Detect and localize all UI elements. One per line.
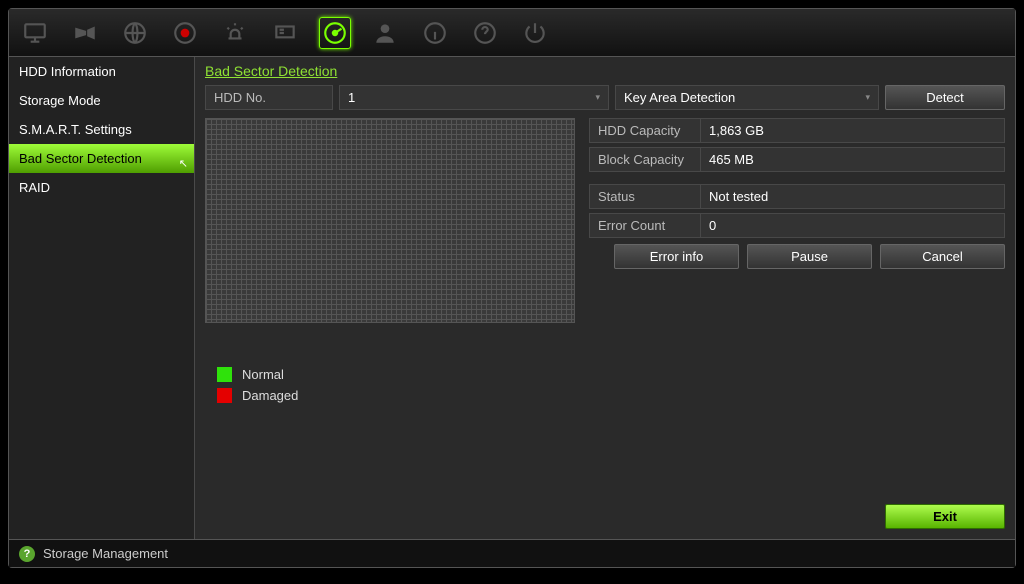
user-icon[interactable] — [369, 17, 401, 49]
top-controls-row: HDD No. 1 ▾ Key Area Detection ▾ Detect — [205, 85, 1005, 110]
detection-mode-value: Key Area Detection — [624, 90, 735, 105]
hdd-no-select[interactable]: 1 ▾ — [339, 85, 609, 110]
top-toolbar — [9, 9, 1015, 57]
chevron-down-icon: ▾ — [865, 92, 870, 103]
detection-mode-select[interactable]: Key Area Detection ▾ — [615, 85, 879, 110]
record-icon[interactable] — [169, 17, 201, 49]
statusbar-help-icon[interactable]: ? — [19, 546, 35, 562]
block-capacity-label: Block Capacity — [589, 147, 701, 172]
legend-damaged-label: Damaged — [242, 388, 298, 403]
display-icon[interactable] — [269, 17, 301, 49]
row-block-capacity: Block Capacity 465 MB — [589, 147, 1005, 172]
legend-damaged: Damaged — [217, 388, 575, 403]
sector-map-grid — [205, 118, 575, 323]
statusbar-text: Storage Management — [43, 546, 168, 561]
sidebar-item-hdd-information[interactable]: HDD Information — [9, 57, 194, 86]
globe-icon[interactable] — [119, 17, 151, 49]
hdd-icon[interactable] — [319, 17, 351, 49]
pause-button[interactable]: Pause — [747, 244, 872, 269]
info-icon[interactable] — [419, 17, 451, 49]
sidebar-item-raid[interactable]: RAID — [9, 173, 194, 202]
normal-swatch-icon — [217, 367, 232, 382]
hdd-no-value: 1 — [348, 90, 355, 105]
cancel-button[interactable]: Cancel — [880, 244, 1005, 269]
help-icon[interactable] — [469, 17, 501, 49]
sidebar-item-storage-mode[interactable]: Storage Mode — [9, 86, 194, 115]
error-count-value: 0 — [701, 213, 1005, 238]
legend: Normal Damaged — [217, 367, 575, 403]
app-window: HDD Information Storage Mode S.M.A.R.T. … — [8, 8, 1016, 568]
body-columns: Normal Damaged HDD Capacity 1,863 GB — [205, 118, 1005, 409]
page-title: Bad Sector Detection — [205, 63, 1005, 79]
chevron-down-icon: ▾ — [595, 92, 600, 103]
block-capacity-value: 465 MB — [701, 147, 1005, 172]
power-icon[interactable] — [519, 17, 551, 49]
footer-button-area: Exit — [885, 504, 1005, 529]
action-button-row: Error info Pause Cancel — [589, 244, 1005, 269]
status-bar: ? Storage Management — [9, 539, 1015, 567]
content-panel: Bad Sector Detection HDD No. 1 ▾ Key Are… — [195, 57, 1015, 539]
exit-button[interactable]: Exit — [885, 504, 1005, 529]
alarm-icon[interactable] — [219, 17, 251, 49]
row-hdd-capacity: HDD Capacity 1,863 GB — [589, 118, 1005, 143]
row-status: Status Not tested — [589, 184, 1005, 209]
error-info-button[interactable]: Error info — [614, 244, 739, 269]
info-panel: HDD Capacity 1,863 GB Block Capacity 465… — [589, 118, 1005, 409]
status-value: Not tested — [701, 184, 1005, 209]
sidebar-item-bad-sector-detection[interactable]: Bad Sector Detection ↖ — [9, 144, 194, 173]
sidebar-item-label: Bad Sector Detection — [19, 151, 142, 166]
camera-icon[interactable] — [69, 17, 101, 49]
hdd-capacity-value: 1,863 GB — [701, 118, 1005, 143]
left-sidebar: HDD Information Storage Mode S.M.A.R.T. … — [9, 57, 195, 539]
hdd-no-label: HDD No. — [205, 85, 333, 110]
hdd-capacity-label: HDD Capacity — [589, 118, 701, 143]
detect-button[interactable]: Detect — [885, 85, 1005, 110]
damaged-swatch-icon — [217, 388, 232, 403]
main-area: HDD Information Storage Mode S.M.A.R.T. … — [9, 57, 1015, 539]
legend-normal-label: Normal — [242, 367, 284, 382]
sidebar-item-smart-settings[interactable]: S.M.A.R.T. Settings — [9, 115, 194, 144]
mouse-cursor-icon: ↖ — [179, 157, 188, 170]
row-error-count: Error Count 0 — [589, 213, 1005, 238]
monitor-icon[interactable] — [19, 17, 51, 49]
error-count-label: Error Count — [589, 213, 701, 238]
status-label: Status — [589, 184, 701, 209]
legend-normal: Normal — [217, 367, 575, 382]
